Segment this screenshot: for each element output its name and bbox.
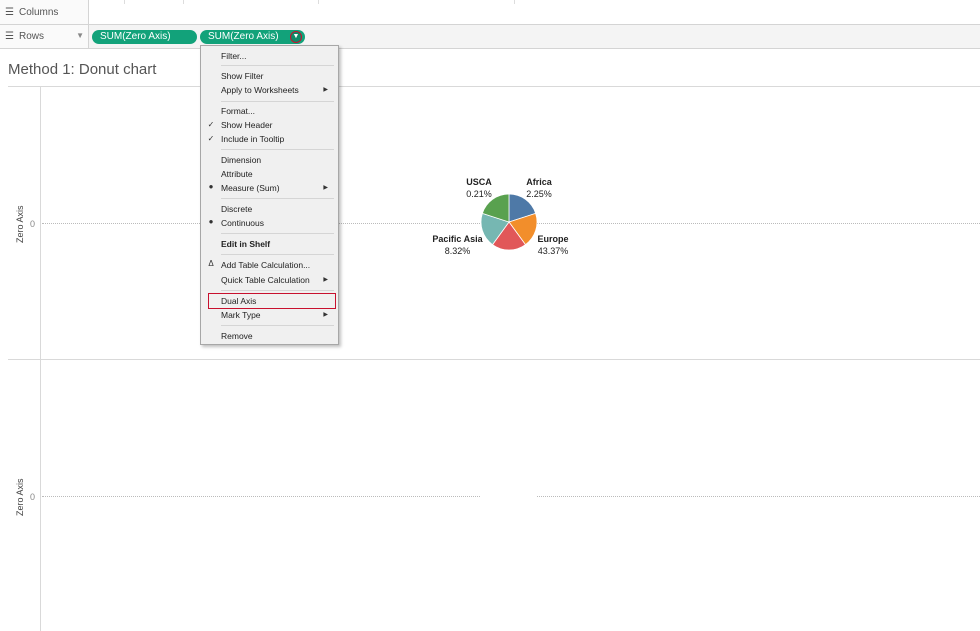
submenu-arrow-icon: ▶ xyxy=(323,312,328,318)
pill-context-menu: Filter... Show Filter Apply to Worksheet… xyxy=(200,45,339,345)
rows-shelf-dropdown-icon[interactable]: ▼ xyxy=(76,31,84,40)
menu-item-format[interactable]: Format... xyxy=(221,105,255,118)
menu-item-label: Quick Table Calculation xyxy=(221,275,310,285)
menu-item-label: Continuous xyxy=(221,218,265,228)
menu-item-show-filter[interactable]: Show Filter xyxy=(221,70,264,83)
bullet-icon: ● xyxy=(208,217,214,226)
menu-separator xyxy=(221,198,334,199)
submenu-arrow-icon: ▶ xyxy=(323,87,328,93)
menu-item-label: Format... xyxy=(221,106,256,116)
menu-item-label: Show Filter xyxy=(221,71,264,81)
submenu-arrow-icon: ▶ xyxy=(323,277,328,283)
rows-icon: ☰ xyxy=(5,31,14,42)
menu-separator xyxy=(221,149,334,150)
pie-label-name: Pacific Asia xyxy=(432,234,483,244)
menu-separator xyxy=(221,325,334,326)
menu-separator xyxy=(221,101,334,102)
pill-dropdown-icon[interactable]: ▼ xyxy=(290,31,302,43)
menu-item-edit-in-shelf[interactable]: Edit in Shelf xyxy=(221,238,270,251)
columns-label-text: Columns xyxy=(18,6,59,18)
pie-label-usca: USCA 0.21% xyxy=(459,176,499,200)
menu-item-dimension[interactable]: Dimension xyxy=(221,154,261,167)
bottom-mark-gap xyxy=(481,492,537,500)
sheet-title: Method 1: Donut chart xyxy=(8,61,157,78)
axis-title-top: Zero Axis xyxy=(15,205,25,243)
pie-label-pacific-asia: Pacific Asia 8.32% xyxy=(430,233,485,257)
menu-separator xyxy=(221,233,334,234)
menu-item-label: Mark Type xyxy=(221,310,261,320)
pie-label-value: 8.32% xyxy=(444,246,471,256)
row-pill-zero-axis-1[interactable]: SUM(Zero Axis) xyxy=(92,30,197,44)
pie-chart xyxy=(480,193,538,251)
menu-item-apply-to-worksheets[interactable]: Apply to Worksheets ▶ xyxy=(221,84,338,97)
menu-item-quick-table-calculation[interactable]: Quick Table Calculation ▶ xyxy=(221,274,338,287)
menu-item-label: Attribute xyxy=(221,169,253,179)
row-pill-label: SUM(Zero Axis) xyxy=(100,31,171,42)
menu-item-label: Add Table Calculation... xyxy=(221,260,311,270)
menu-item-add-table-calculation[interactable]: Add Table Calculation... xyxy=(221,259,310,272)
axis-title-bottom: Zero Axis xyxy=(15,478,25,516)
menu-item-label: Edit in Shelf xyxy=(221,239,271,249)
menu-item-label: Show Header xyxy=(221,120,273,130)
menu-item-label: Apply to Worksheets xyxy=(221,85,299,95)
menu-item-label: Measure (Sum) xyxy=(221,183,280,193)
pie-label-name: Europe xyxy=(537,234,569,244)
check-icon: ✓ xyxy=(207,120,215,129)
menu-item-continuous[interactable]: Continuous xyxy=(221,217,264,230)
menu-item-label: Filter... xyxy=(221,51,247,61)
menu-item-discrete[interactable]: Discrete xyxy=(221,203,252,216)
rows-shelf-label: ☰ Rows ▼ xyxy=(0,25,89,48)
pie-label-value: 0.21% xyxy=(466,189,492,199)
menu-separator xyxy=(221,290,334,291)
menu-item-label: Remove xyxy=(221,331,253,341)
axis-zero-top: 0 xyxy=(30,219,36,229)
axis-zero-bottom: 0 xyxy=(30,492,36,502)
columns-icon: ☰ xyxy=(5,6,14,18)
menu-item-label: Include in Tooltip xyxy=(221,134,285,144)
rows-label-text: Rows xyxy=(18,31,44,42)
menu-item-attribute[interactable]: Attribute xyxy=(221,168,253,181)
pie-label-europe: Europe 43.37% xyxy=(532,233,574,257)
menu-item-dual-axis[interactable]: Dual Axis xyxy=(221,295,256,308)
column-dividers xyxy=(89,0,980,4)
menu-item-label: Dimension xyxy=(221,155,262,165)
view-top-border xyxy=(8,86,980,87)
bullet-icon: ● xyxy=(208,182,214,191)
menu-separator xyxy=(221,254,334,255)
pie-label-name: Africa xyxy=(526,177,552,187)
rows-shelf[interactable]: ☰ Rows ▼ SUM(Zero Axis) SUM(Zero Axis) ▼ xyxy=(0,25,980,49)
submenu-arrow-icon: ▶ xyxy=(323,185,328,191)
pie-label-value: 43.37% xyxy=(537,246,569,256)
menu-item-measure-sum[interactable]: Measure (Sum) ▶ xyxy=(221,182,338,195)
columns-shelf[interactable]: ☰ Columns xyxy=(0,0,980,25)
delta-icon: Δ xyxy=(208,259,214,268)
pie-label-name: USCA xyxy=(466,177,492,187)
menu-item-include-in-tooltip[interactable]: Include in Tooltip xyxy=(221,133,284,146)
menu-item-remove[interactable]: Remove xyxy=(221,330,253,343)
check-icon: ✓ xyxy=(207,134,215,143)
pane-divider xyxy=(8,359,980,360)
row-pill-label: SUM(Zero Axis) xyxy=(208,31,279,42)
menu-item-filter[interactable]: Filter... xyxy=(221,50,247,63)
row-pill-zero-axis-2[interactable]: SUM(Zero Axis) ▼ xyxy=(200,30,305,44)
menu-separator xyxy=(221,65,334,66)
menu-item-show-header[interactable]: Show Header xyxy=(221,119,273,132)
menu-item-mark-type[interactable]: Mark Type ▶ xyxy=(221,309,338,322)
pie-label-value: 2.25% xyxy=(526,189,552,199)
pie-label-africa: Africa 2.25% xyxy=(519,176,559,200)
menu-item-label: Dual Axis xyxy=(221,296,257,306)
menu-item-label: Discrete xyxy=(221,204,253,214)
columns-shelf-label: ☰ Columns xyxy=(0,0,89,24)
